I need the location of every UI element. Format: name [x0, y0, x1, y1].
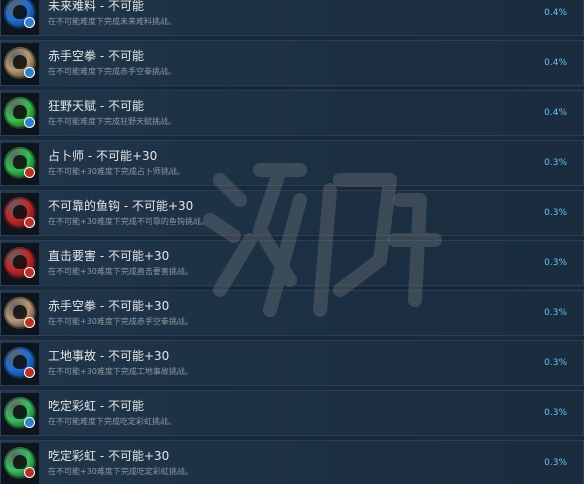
achievement-title: 吃定彩虹 - 不可能+30: [48, 449, 170, 463]
difficulty-badge-icon: [24, 17, 35, 28]
achievement-description: 在不可能难度下完成狂野天赋挑战。: [48, 117, 176, 126]
difficulty-badge-icon: [24, 67, 35, 78]
achievement-title: 直击要害 - 不可能+30: [48, 249, 170, 263]
difficulty-badge-icon: [24, 417, 35, 428]
unlock-percentage: 0.4%: [544, 108, 567, 118]
unlock-percentage: 0.3%: [544, 208, 567, 218]
unlock-percentage: 0.4%: [544, 8, 567, 18]
achievement-description: 在不可能难度下完成吃定彩虹挑战。: [48, 417, 176, 426]
medal-glyph-icon: [13, 305, 27, 319]
achievement-list: 未来难料 - 不可能 在不可能难度下完成未来难料挑战。 0.4% 赤手空拳 - 不可能…: [0, 0, 584, 484]
achievement-row[interactable]: 工地事故 - 不可能+30 在不可能+30难度下完成工地事故挑战。 0.3%: [0, 340, 584, 386]
achievement-icon-frame: [1, 393, 39, 435]
unlock-percentage: 0.3%: [544, 258, 567, 268]
achievement-title: 工地事故 - 不可能+30: [48, 349, 170, 363]
achievement-row[interactable]: 吃定彩虹 - 不可能+30 在不可能+30难度下完成吃定彩虹挑战。 0.3%: [0, 440, 584, 484]
unlock-percentage: 0.3%: [544, 358, 567, 368]
unlock-percentage: 0.3%: [544, 158, 567, 168]
medal-glyph-icon: [13, 455, 27, 469]
medal-glyph-icon: [13, 255, 27, 269]
medal-glyph-icon: [13, 405, 27, 419]
difficulty-badge-icon: [24, 167, 35, 178]
unlock-percentage: 0.4%: [544, 58, 567, 68]
achievement-icon-frame: [1, 293, 39, 335]
achievement-title: 不可靠的鱼钩 - 不可能+30: [48, 199, 194, 213]
difficulty-badge-icon: [24, 267, 35, 278]
achievement-title: 未来难料 - 不可能: [48, 0, 144, 13]
achievement-description: 在不可能+30难度下完成赤手空拳挑战。: [48, 317, 193, 326]
achievement-title: 狂野天赋 - 不可能: [48, 99, 144, 113]
green-medal-icon: [4, 97, 36, 129]
medal-glyph-icon: [13, 155, 27, 169]
medal-glyph-icon: [13, 5, 27, 19]
achievement-title: 赤手空拳 - 不可能: [48, 49, 144, 63]
red-medal-icon: [4, 247, 36, 279]
fist-medal-icon: [4, 47, 36, 79]
achievement-row[interactable]: 狂野天赋 - 不可能在不可能难度下完成狂野天赋挑战。 0.4%: [0, 90, 584, 136]
fist-medal-icon: [4, 297, 36, 329]
red-medal-icon: [4, 197, 36, 229]
difficulty-badge-icon: [24, 117, 35, 128]
achievement-description: 在不可能+30难度下完成吃定彩虹挑战。: [48, 467, 193, 476]
medal-glyph-icon: [13, 205, 27, 219]
achievement-description: 在不可能+30难度下完成占卜师挑战。: [48, 167, 185, 176]
blue-medal-icon: [4, 0, 36, 29]
unlock-percentage: 0.3%: [544, 458, 567, 468]
achievement-icon-frame: [1, 43, 39, 85]
achievement-title: 占卜师 - 不可能+30: [48, 149, 158, 163]
achievement-title: 赤手空拳 - 不可能+30: [48, 299, 170, 313]
achievement-description: 在不可能难度下完成未来难料挑战。: [48, 17, 176, 26]
medal-glyph-icon: [13, 55, 27, 69]
achievement-row[interactable]: 占卜师 - 不可能+30 在不可能+30难度下完成占卜师挑战。 0.3%: [0, 140, 584, 186]
achievement-row[interactable]: 不可靠的鱼钩 - 不可能+30 在不可能+30难度下完成不可靠的鱼钩挑战。 0.3%: [0, 190, 584, 236]
difficulty-badge-icon: [24, 367, 35, 378]
unlock-percentage: 0.3%: [544, 408, 567, 418]
achievement-row[interactable]: 直击要害 - 不可能+30 在不可能+30难度下完成直击要害挑战。 0.3%: [0, 240, 584, 286]
unlock-percentage: 0.3%: [544, 308, 567, 318]
difficulty-badge-icon: [24, 317, 35, 328]
achievement-row[interactable]: 未来难料 - 不可能在不可能难度下完成未来难料挑战。 0.4%: [0, 0, 584, 36]
difficulty-badge-icon: [24, 217, 35, 228]
achievement-description: 在不可能+30难度下完成直击要害挑战。: [48, 267, 193, 276]
achievement-description: 在不可能难度下完成赤手空拳挑战。: [48, 67, 176, 76]
achievement-icon-frame: [1, 143, 39, 185]
achievement-icon-frame: [1, 0, 39, 35]
achievement-description: 在不可能+30难度下完成工地事故挑战。: [48, 367, 193, 376]
achievement-row[interactable]: 吃定彩虹 - 不可能在不可能难度下完成吃定彩虹挑战。 0.3%: [0, 390, 584, 436]
rainbow-medal-icon: [4, 397, 36, 429]
achievement-row[interactable]: 赤手空拳 - 不可能+30 在不可能+30难度下完成赤手空拳挑战。 0.3%: [0, 290, 584, 336]
achievement-icon-frame: [1, 443, 39, 484]
rainbow-medal-icon: [4, 447, 36, 479]
green-medal-icon: [4, 147, 36, 179]
blue-medal-icon: [4, 347, 36, 379]
achievement-icon-frame: [1, 93, 39, 135]
difficulty-badge-icon: [24, 467, 35, 478]
achievement-icon-frame: [1, 343, 39, 385]
medal-glyph-icon: [13, 355, 27, 369]
achievement-description: 在不可能+30难度下完成不可靠的鱼钩挑战。: [48, 217, 209, 226]
achievement-icon-frame: [1, 193, 39, 235]
medal-glyph-icon: [13, 105, 27, 119]
achievement-row[interactable]: 赤手空拳 - 不可能在不可能难度下完成赤手空拳挑战。 0.4%: [0, 40, 584, 86]
achievement-icon-frame: [1, 243, 39, 285]
achievement-title: 吃定彩虹 - 不可能: [48, 399, 144, 413]
